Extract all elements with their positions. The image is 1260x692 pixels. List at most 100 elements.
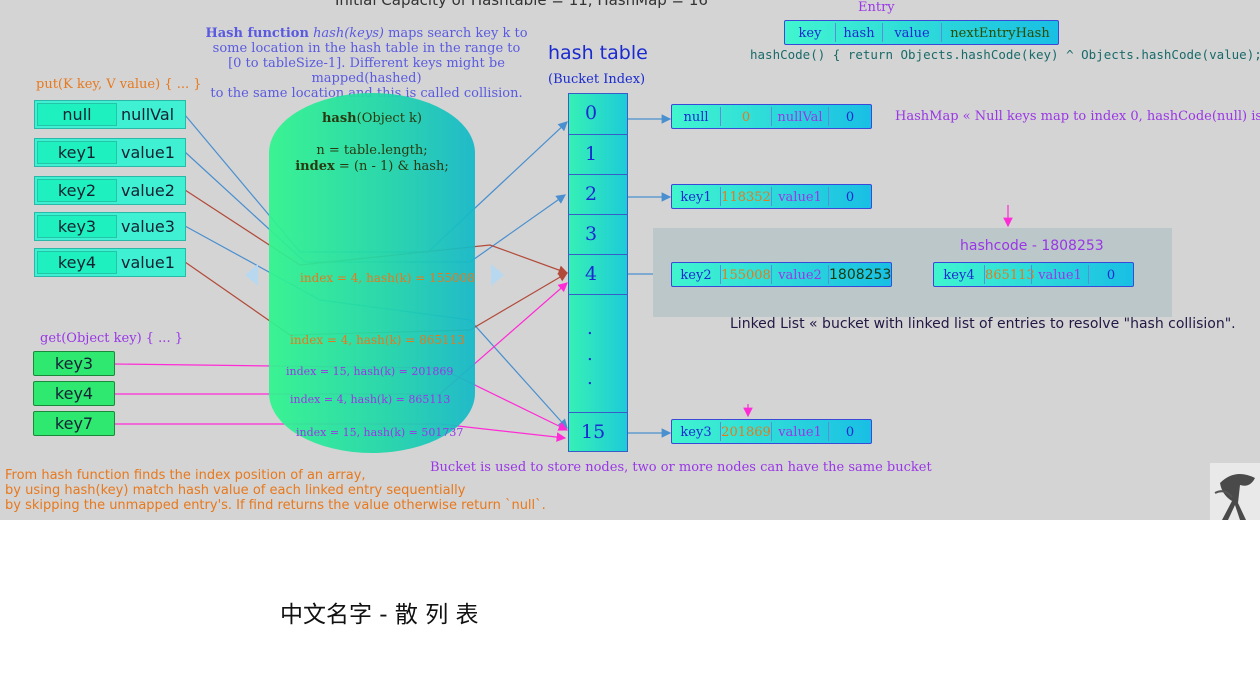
node-next: 0: [845, 190, 855, 205]
bucket-ellipsis: [569, 294, 627, 413]
node-key: key2: [680, 268, 712, 283]
put-key: key4: [37, 251, 117, 274]
hash-table-subtitle: (Bucket Index): [548, 72, 646, 87]
hash-function-note: Hash function hash(keys) maps search key…: [194, 26, 539, 101]
get-index-label: index = 15, hash(k) = 501737: [296, 426, 464, 439]
capacity-title: Initial Capacity of Hashtable = 11, Hash…: [335, 0, 708, 9]
put-key: key3: [37, 215, 117, 238]
put-key: null: [37, 103, 117, 126]
node-key3: key3 201869 value1 0: [671, 419, 872, 444]
hash-signature: hash(Object k): [269, 111, 475, 126]
put-value: value3: [121, 217, 175, 236]
hashcode-code: hashCode() { return Objects.hashCode(key…: [750, 47, 1260, 62]
hash-function-line1: maps search key k to: [388, 26, 528, 41]
node-key: key1: [680, 190, 712, 205]
node-value: value2: [778, 268, 822, 283]
hash-function-italic: hash(keys): [313, 26, 384, 41]
node-value: nullVal: [777, 110, 823, 125]
hash-function-line3: [0 to tableSize-1]. Different keys might…: [228, 56, 505, 86]
node-key2: key2 155008 value2 1808253: [671, 262, 892, 287]
node-key4: key4 865113 value1 0: [933, 262, 1134, 287]
hash-index-line: index = (n - 1) & hash;: [269, 159, 475, 174]
entry-field-hash: hash: [843, 26, 875, 41]
node-key: key4: [943, 268, 975, 283]
get-index-label: index = 15, hash(k) = 201869: [286, 365, 454, 378]
get-label: get(Object key) { ... }: [40, 331, 183, 346]
node-value: value1: [778, 425, 822, 440]
bucket-2: 2: [569, 174, 627, 214]
bucket-index: 3: [585, 223, 598, 245]
node-value: value1: [778, 190, 822, 205]
put-entry: key3 value3: [34, 212, 186, 241]
get-key: key3: [33, 351, 115, 376]
put-entry: null nullVal: [34, 100, 186, 129]
put-index-label: index = 4, hash(k) = 865113: [290, 333, 465, 347]
bucket-0: 0: [569, 94, 627, 133]
hashcode-note: hashcode - 1808253: [960, 238, 1104, 254]
blob-right-arrow-icon: [491, 264, 504, 286]
node-key: null: [683, 110, 709, 125]
blob-left-arrow-icon: [245, 264, 258, 286]
hash-index-bold: index: [295, 159, 335, 174]
get-key: key7: [33, 411, 115, 436]
put-value: value1: [121, 253, 175, 272]
bucket-4: 4: [569, 254, 627, 294]
bucket-index: 4: [585, 263, 598, 285]
bucket-dot: .: [587, 368, 593, 389]
node-hash: 865113: [985, 268, 1035, 283]
hash-signature-bold: hash: [321, 111, 357, 126]
node-key1: key1 118352 value1 0: [671, 184, 872, 209]
hash-index-rest: = (n - 1) & hash;: [334, 159, 449, 174]
node-next: 0: [845, 110, 855, 125]
hash-function-line2: some location in the hash table in the r…: [212, 41, 521, 56]
put-value: nullVal: [121, 105, 175, 124]
entry-label: Entry: [858, 0, 895, 15]
bucket-15: 15: [569, 412, 627, 452]
hash-function-bold: Hash function: [205, 26, 309, 41]
get-key: key4: [33, 381, 115, 406]
node-hash: 118352: [721, 190, 771, 205]
bucket-index: 2: [585, 183, 598, 205]
node-value: value1: [1038, 268, 1082, 283]
hash-n-line: n = table.length;: [316, 143, 428, 158]
footer-line: by using hash(key) match hash value of e…: [5, 483, 466, 498]
node-hash: 201869: [721, 425, 771, 440]
bucket-dot: .: [587, 318, 593, 339]
put-entry: key2 value2: [34, 176, 186, 205]
bucket-dot: .: [587, 344, 593, 365]
linked-list-note: Linked List « bucket with linked list of…: [730, 316, 1236, 332]
hash-table-title: hash table: [548, 42, 648, 64]
put-value: value1: [121, 143, 175, 162]
bucket-index: 15: [581, 421, 606, 443]
footer-line: by skipping the unmapped entry's. If fin…: [5, 498, 546, 513]
bucket-index: 0: [585, 102, 598, 124]
hashtable-diagram: Initial Capacity of Hashtable = 11, Hash…: [0, 0, 1260, 520]
node-next: 1808253: [829, 267, 892, 283]
node-key: key3: [680, 425, 712, 440]
put-entry: key1 value1: [34, 138, 186, 167]
footer-note: From hash function finds the index posit…: [5, 468, 546, 513]
hash-signature-rest: (Object k): [356, 111, 423, 126]
node-next: 0: [1106, 268, 1116, 283]
corner-tree-image: [1210, 463, 1260, 520]
node-hash: 155008: [721, 268, 771, 283]
node-null: null 0 nullVal 0: [671, 104, 872, 129]
node-hash: 0: [741, 110, 751, 125]
entry-field-nexthash: nextEntryHash: [950, 26, 1050, 41]
bucket-3: 3: [569, 214, 627, 254]
entry-field-key: key: [798, 26, 822, 41]
put-entry: key4 value1: [34, 248, 186, 277]
node-next: 0: [845, 425, 855, 440]
footer-line: From hash function finds the index posit…: [5, 468, 366, 483]
entry-structure: key hash value nextEntryHash: [784, 20, 1059, 45]
chinese-caption: 中文名字 - 散 列 表: [280, 602, 479, 628]
put-key: key2: [37, 179, 117, 202]
entry-field-value: value: [894, 26, 930, 41]
put-index-label: index = 4, hash(k) = 155008: [300, 271, 475, 285]
bucket-index: 1: [585, 143, 598, 165]
bucket-1: 1: [569, 134, 627, 174]
put-value: value2: [121, 181, 175, 200]
put-label: put(K key, V value) { ... }: [36, 77, 202, 92]
null-key-note: HashMap « Null keys map to index 0, hash…: [895, 109, 1260, 124]
put-key: key1: [37, 141, 117, 164]
